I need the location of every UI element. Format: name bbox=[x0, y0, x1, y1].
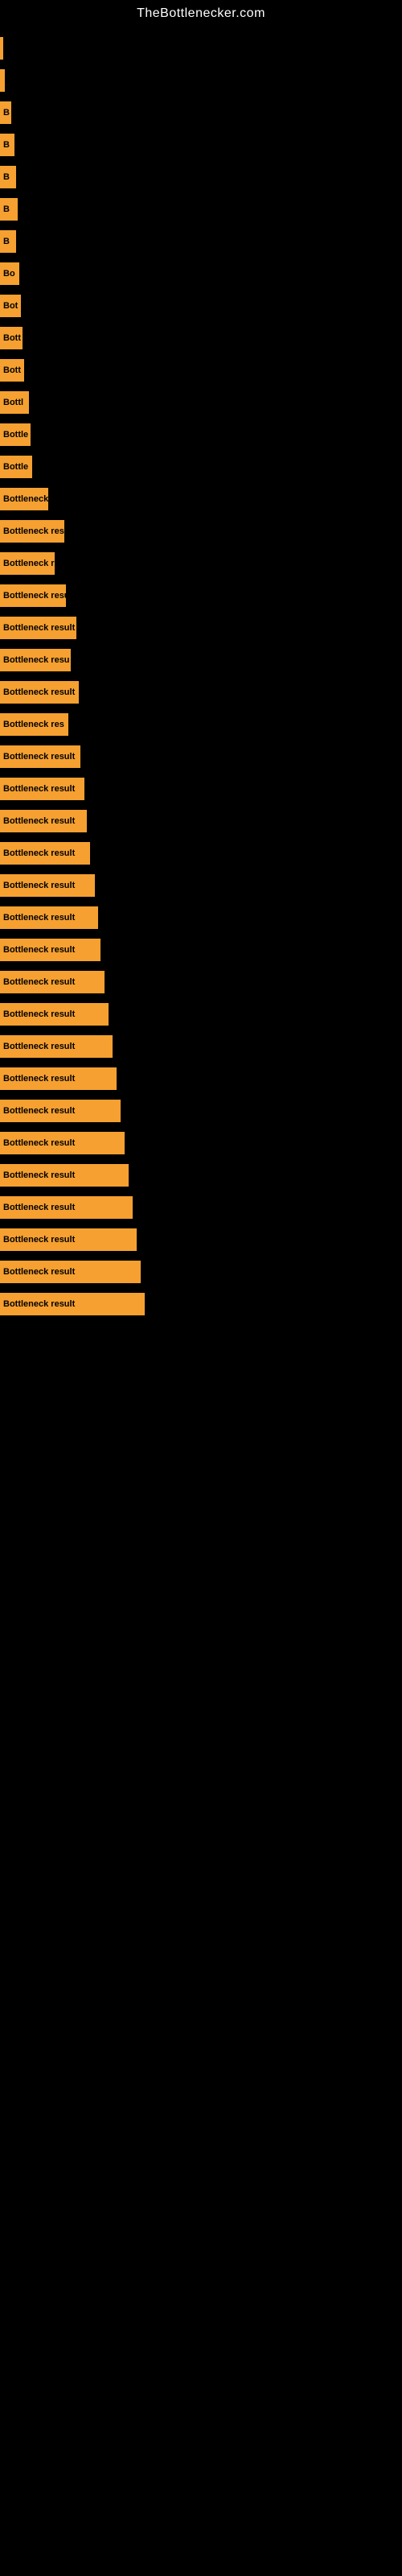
bar-row bbox=[0, 64, 402, 97]
bar-row: Bottle bbox=[0, 451, 402, 483]
bar-row: Bot bbox=[0, 290, 402, 322]
bar-item: Bottl bbox=[0, 391, 29, 414]
bar-row: Bottleneck result bbox=[0, 1095, 402, 1127]
bar-row: Bottleneck result bbox=[0, 1030, 402, 1063]
bar-item bbox=[0, 69, 5, 92]
bar-row bbox=[0, 32, 402, 64]
bar-item: Bottleneck result bbox=[0, 778, 84, 800]
bar-row: Bottleneck result bbox=[0, 1063, 402, 1095]
bar-item: B bbox=[0, 134, 14, 156]
bar-item: Bo bbox=[0, 262, 19, 285]
bar-item: Bottleneck resu bbox=[0, 649, 71, 671]
bar-item: Bottleneck result bbox=[0, 745, 80, 768]
bar-item: Bottleneck result bbox=[0, 1035, 113, 1058]
bar-item: Bottleneck bbox=[0, 488, 48, 510]
bar-item: Bottleneck result bbox=[0, 1067, 117, 1090]
bar-item: B bbox=[0, 230, 16, 253]
bar-row: B bbox=[0, 193, 402, 225]
bar-item: Bottleneck result bbox=[0, 810, 87, 832]
bar-row: B bbox=[0, 97, 402, 129]
bar-row: Bo bbox=[0, 258, 402, 290]
bar-row: Bottle bbox=[0, 419, 402, 451]
bar-item: Bottleneck result bbox=[0, 1196, 133, 1219]
bar-item: Bott bbox=[0, 359, 24, 382]
bar-item: Bottleneck result bbox=[0, 1164, 129, 1187]
bars-container: BBBBBBoBotBottBottBottlBottleBottleBottl… bbox=[0, 24, 402, 1328]
bar-row: Bottleneck resu bbox=[0, 644, 402, 676]
bar-item: Bottleneck result bbox=[0, 842, 90, 865]
bar-row: Bottleneck result bbox=[0, 1256, 402, 1288]
bar-row: Bottleneck result bbox=[0, 934, 402, 966]
bar-item: Bottle bbox=[0, 423, 31, 446]
bar-row: Bottleneck result bbox=[0, 612, 402, 644]
bar-row: Bottleneck result bbox=[0, 1224, 402, 1256]
bar-row: Bottleneck result bbox=[0, 805, 402, 837]
bar-row: Bottleneck result bbox=[0, 773, 402, 805]
site-title: TheBottlenecker.com bbox=[0, 0, 402, 24]
bar-row: Bottleneck result bbox=[0, 1288, 402, 1320]
bar-item: Bottleneck resu bbox=[0, 520, 64, 543]
bar-item: Bottleneck resu bbox=[0, 584, 66, 607]
bar-item: Bottleneck result bbox=[0, 681, 79, 704]
bar-row: Bottleneck result bbox=[0, 837, 402, 869]
bar-row: Bottleneck result bbox=[0, 1159, 402, 1191]
bar-row: B bbox=[0, 161, 402, 193]
bar-item: B bbox=[0, 198, 18, 221]
bar-item: B bbox=[0, 166, 16, 188]
bar-row: Bott bbox=[0, 354, 402, 386]
bar-item: Bottleneck result bbox=[0, 1228, 137, 1251]
bar-row: Bottleneck result bbox=[0, 902, 402, 934]
bar-row: Bottleneck result bbox=[0, 676, 402, 708]
bar-item: Bottleneck result bbox=[0, 874, 95, 897]
bar-item: Bot bbox=[0, 295, 21, 317]
bar-row: Bottleneck result bbox=[0, 966, 402, 998]
bar-row: Bottleneck bbox=[0, 483, 402, 515]
bar-row: Bottleneck result bbox=[0, 741, 402, 773]
bar-item: Bottleneck res bbox=[0, 713, 68, 736]
bar-item: Bottleneck result bbox=[0, 617, 76, 639]
bar-row: Bottleneck result bbox=[0, 998, 402, 1030]
bar-item: B bbox=[0, 101, 11, 124]
bar-row: Bottleneck r bbox=[0, 547, 402, 580]
bar-row: Bottleneck resu bbox=[0, 580, 402, 612]
bar-item: Bottleneck result bbox=[0, 1293, 145, 1315]
bar-item: Bottle bbox=[0, 456, 32, 478]
bar-item: Bott bbox=[0, 327, 23, 349]
bar-row: Bottleneck result bbox=[0, 1191, 402, 1224]
bar-row: Bott bbox=[0, 322, 402, 354]
bar-item: Bottleneck result bbox=[0, 1003, 109, 1026]
bar-row: Bottleneck resu bbox=[0, 515, 402, 547]
bar-row: Bottleneck result bbox=[0, 869, 402, 902]
bar-item: Bottleneck result bbox=[0, 906, 98, 929]
bar-item: Bottleneck result bbox=[0, 971, 105, 993]
bar-item: Bottleneck result bbox=[0, 1132, 125, 1154]
bar-item: Bottleneck result bbox=[0, 1261, 141, 1283]
bar-item: Bottleneck r bbox=[0, 552, 55, 575]
bar-row: B bbox=[0, 129, 402, 161]
bar-row: Bottleneck result bbox=[0, 1127, 402, 1159]
bar-row: Bottleneck res bbox=[0, 708, 402, 741]
bar-item: Bottleneck result bbox=[0, 939, 100, 961]
bar-item bbox=[0, 37, 3, 60]
bar-row: B bbox=[0, 225, 402, 258]
bar-row: Bottl bbox=[0, 386, 402, 419]
bar-item: Bottleneck result bbox=[0, 1100, 121, 1122]
